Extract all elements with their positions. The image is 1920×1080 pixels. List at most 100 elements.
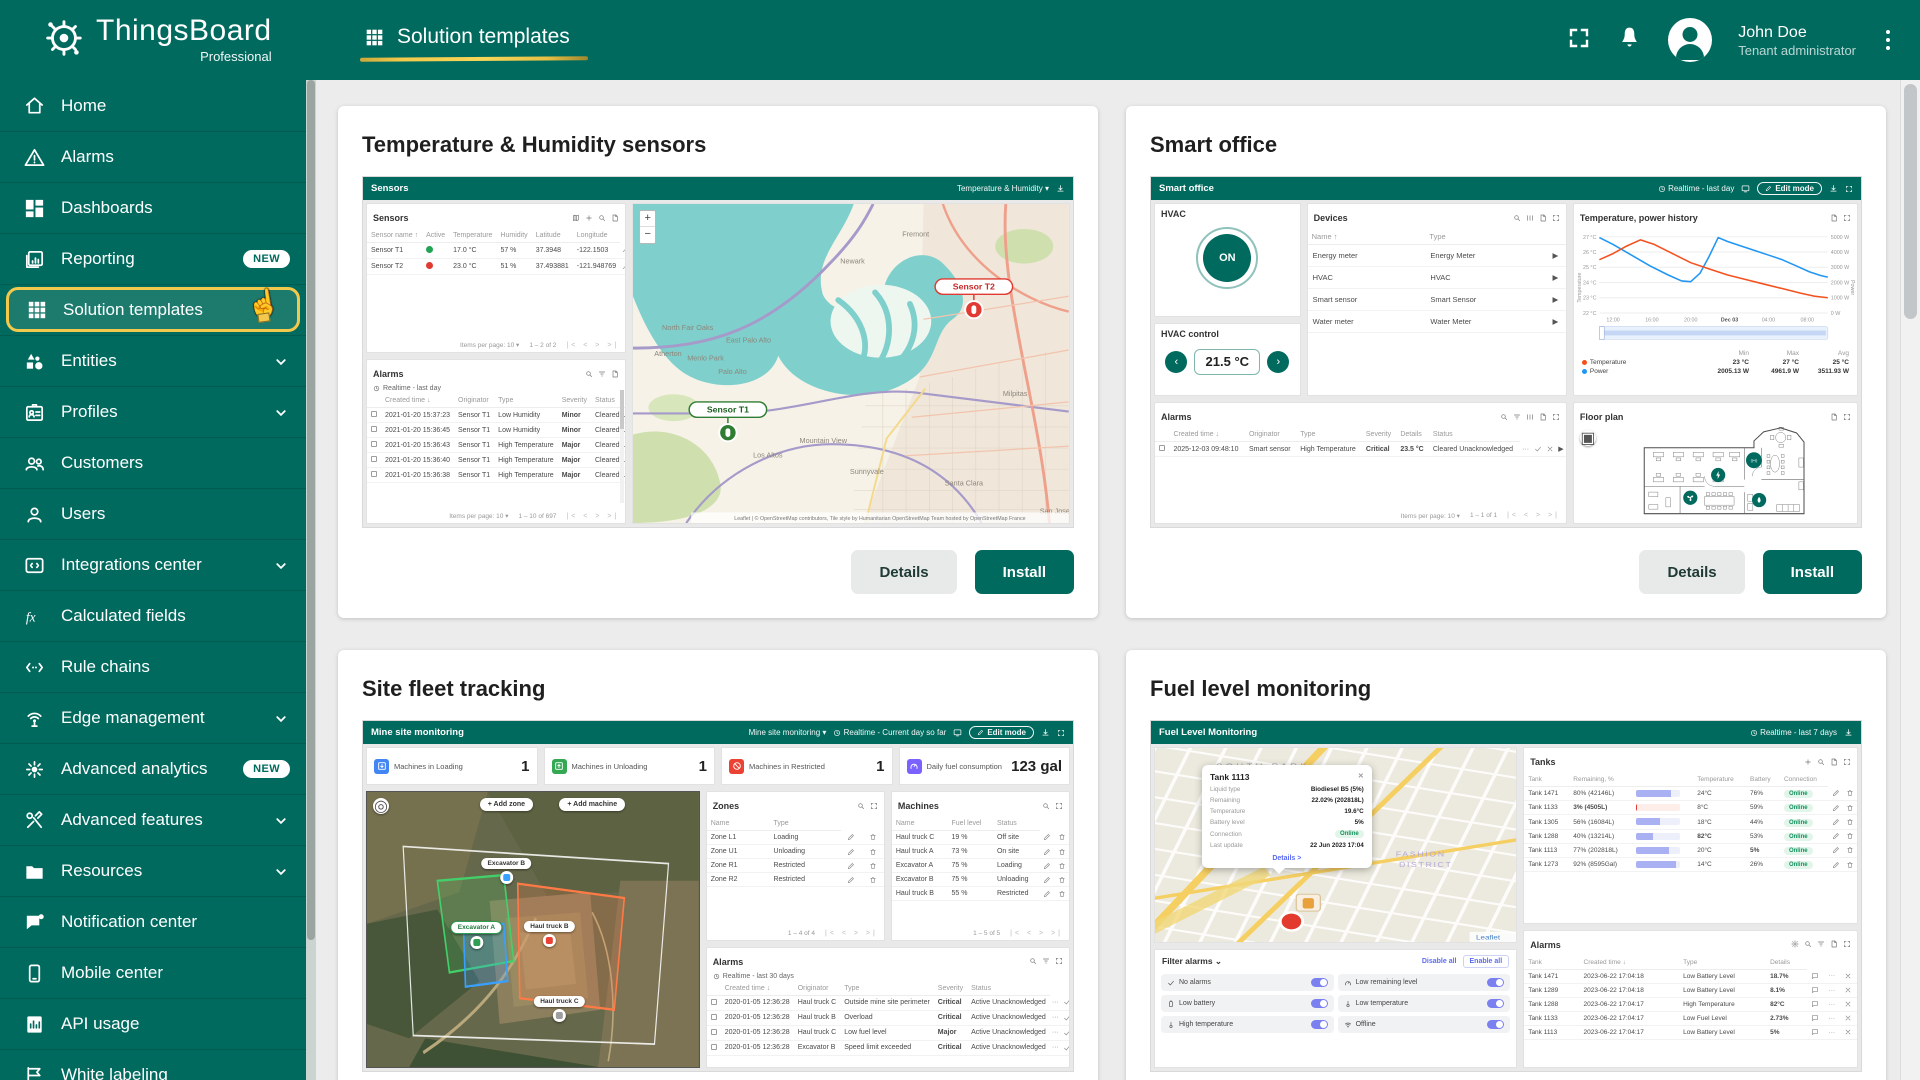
map-attribution: Leaflet | © OpenStreetMap contributors, … — [735, 515, 1026, 522]
edit-icon — [1040, 845, 1054, 859]
clear-icon — [1839, 1011, 1857, 1025]
rule-chains-icon — [23, 656, 46, 679]
sidebar-item-label: Entities — [61, 351, 117, 371]
fullscreen-icon — [870, 797, 878, 815]
sidebar-item-integrations-center[interactable]: Integrations center — [0, 539, 306, 590]
sidebar-item-profiles[interactable]: Profiles — [0, 386, 306, 437]
widget-title: Alarms — [1530, 940, 1561, 950]
toggle-switch — [1311, 978, 1328, 987]
timeseries-chart: 27 °C5000 W26 °C4000 W25 °C3000 W24 °C20… — [1574, 229, 1857, 348]
sidebar-item-edge-management[interactable]: Edge management — [0, 692, 306, 743]
more-icon: ··· — [1824, 1025, 1839, 1039]
delete-icon — [862, 873, 884, 887]
table-row: 2021-01-20 15:36:45Sensor T1Low Humidity… — [367, 423, 626, 438]
details-button[interactable]: Details — [1639, 550, 1744, 594]
fullscreen-icon[interactable] — [1567, 26, 1591, 55]
sidebar-item-reporting[interactable]: Reporting NEW — [0, 233, 306, 284]
more-icon: ··· — [1824, 983, 1839, 997]
svg-text:Newark: Newark — [840, 257, 865, 266]
widget-title: Temperature, power history — [1580, 213, 1698, 223]
chevron-down-icon — [272, 402, 290, 422]
details-button[interactable]: Details — [851, 550, 956, 594]
sidebar-item-home[interactable]: Home — [0, 80, 306, 131]
search-icon — [585, 365, 593, 383]
svg-text:12:00: 12:00 — [1606, 318, 1619, 324]
chevron-down-icon — [272, 708, 290, 728]
page-scrollbar[interactable] — [1900, 80, 1920, 1080]
more-icon: ··· — [1824, 969, 1839, 983]
sidebar-item-entities[interactable]: Entities — [0, 335, 306, 386]
sidebar-item-notification-center[interactable]: Notification center — [0, 896, 306, 947]
kebab-menu-icon[interactable] — [1882, 26, 1894, 54]
export-icon — [1830, 408, 1838, 426]
table-row: Excavator B75 %Unloading — [892, 873, 1069, 887]
widget-title: Floor plan — [1580, 412, 1624, 422]
svg-text:Los Altos: Los Altos — [753, 451, 783, 460]
timewindow-label: Realtime - last 7 days — [1750, 728, 1837, 737]
mine-site-map-widget: ◎ + Add zone + Add machine Excavator B E… — [366, 791, 700, 1068]
table-row: Energy meterEnergy Meter ▶ — [1308, 245, 1566, 267]
page-range: 1 – 1 of 1 — [1470, 512, 1497, 519]
sidebar-item-api-usage[interactable]: API usage — [0, 998, 306, 1049]
table-row: 2025-12-03 09:48:10Smart sensorHigh Temp… — [1155, 442, 1566, 457]
delete-icon — [1055, 887, 1069, 901]
edit-icon — [1828, 829, 1842, 843]
widget-title: Devices — [1314, 213, 1348, 223]
install-button[interactable]: Install — [1763, 550, 1862, 594]
sensors-map: FremontNewarkEast Palo AltoMenlo ParkAth… — [633, 204, 1069, 523]
fullscreen-icon — [1843, 936, 1851, 954]
widget-title: Machines — [898, 801, 939, 811]
sidebar-item-advanced-features[interactable]: Advanced features — [0, 794, 306, 845]
table-row: 2021-01-20 15:36:38Sensor T1High Tempera… — [367, 468, 626, 483]
notifications-bell-icon[interactable] — [1617, 25, 1642, 55]
edit-icon — [841, 873, 863, 887]
svg-text:FASHION: FASHION — [1396, 851, 1446, 859]
sidebar-item-label: Notification center — [61, 912, 197, 932]
svg-text:08:00: 08:00 — [1800, 318, 1813, 324]
alarm-toggle-offline: Offline — [1338, 1016, 1511, 1033]
mobile-center-icon — [23, 962, 46, 985]
more-icon: ··· — [1050, 1010, 1061, 1025]
play-icon: ▶ — [1545, 289, 1566, 311]
sidebar-item-calculated-fields[interactable]: fx Calculated fields — [0, 590, 306, 641]
table-row: Haul truck B55 %Restricted — [892, 887, 1069, 901]
sidebar-item-label: Edge management — [61, 708, 205, 728]
avatar[interactable] — [1668, 18, 1712, 62]
edit-icon — [1828, 843, 1842, 857]
card-smart-office: Smart office Smart office Realtime - las… — [1126, 106, 1886, 618]
toggle-switch — [1487, 1020, 1504, 1029]
clear-icon — [1839, 1025, 1857, 1039]
sidebar-scrollbar[interactable] — [306, 80, 316, 1080]
sidebar-item-rule-chains[interactable]: Rule chains — [0, 641, 306, 692]
card-preview-image: Mine site monitoring Mine site monitorin… — [362, 720, 1074, 1072]
chart-legend: MinMaxAvg Temperature23 °C27 °C25 °CPowe… — [1574, 348, 1857, 377]
comment-icon — [1807, 997, 1824, 1011]
locate-button: ◎ — [373, 798, 389, 814]
svg-text:27 °C: 27 °C — [1583, 235, 1597, 241]
delete-icon — [862, 831, 884, 845]
dashboard-title: Smart office — [1159, 183, 1214, 194]
page-range: 1 – 5 of 5 — [973, 930, 1000, 937]
logo[interactable]: ThingsBoard Professional — [0, 15, 306, 66]
svg-text:23 °C: 23 °C — [1583, 296, 1597, 302]
sidebar-item-white-labeling[interactable]: White labeling — [0, 1049, 306, 1080]
table-row: 2021-01-20 15:37:23Sensor T1Low Humidity… — [367, 408, 626, 423]
download-icon — [1041, 728, 1050, 737]
sidebar-item-mobile-center[interactable]: Mobile center — [0, 947, 306, 998]
sidebar-item-resources[interactable]: Resources — [0, 845, 306, 896]
table-row: Sensor T1 17.0 °C57 % 37.3948-122.1503 — [367, 243, 626, 259]
filter-icon — [1042, 953, 1050, 971]
toggle-switch — [1487, 999, 1504, 1008]
install-button[interactable]: Install — [975, 550, 1074, 594]
sidebar-item-label: Integrations center — [61, 555, 202, 575]
entities-icon — [23, 350, 46, 373]
sidebar-item-advanced-analytics[interactable]: Advanced analytics NEW — [0, 743, 306, 794]
sidebar-item-customers[interactable]: Customers — [0, 437, 306, 488]
sidebar-item-dashboards[interactable]: Dashboards — [0, 182, 306, 233]
add-machine-button: + Add machine — [559, 798, 625, 811]
sidebar-item-alarms[interactable]: Alarms — [0, 131, 306, 182]
toggle-switch — [1487, 978, 1504, 987]
table-row: Tank 1471 80% (42146L) 24°C 76% Online — [1524, 787, 1857, 801]
sidebar-item-users[interactable]: Users — [0, 488, 306, 539]
tanks-table-widget: Tanks TankRemaining, %TemperatureBattery… — [1523, 747, 1858, 924]
